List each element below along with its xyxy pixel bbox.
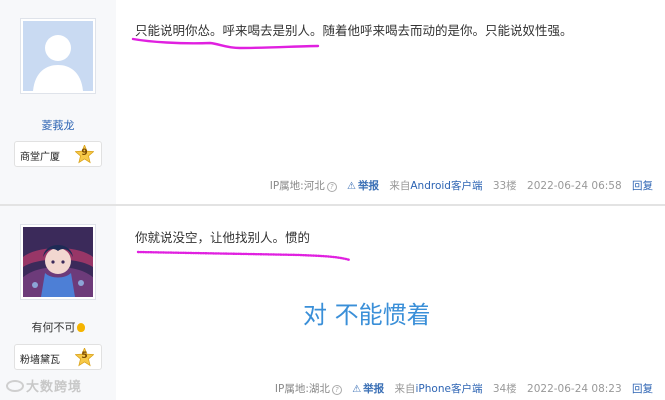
post-time: 2022-06-24 08:23 (527, 383, 622, 395)
ip-location: IP属地:湖北? (275, 383, 342, 395)
client-link[interactable]: iPhone客户端 (416, 383, 483, 395)
client-link[interactable]: Android客户端 (410, 180, 482, 192)
post-time: 2022-06-24 06:58 (527, 180, 622, 192)
client-source: 来自iPhone客户端 (394, 383, 483, 395)
default-avatar-icon (23, 21, 93, 91)
coin-icon (76, 323, 85, 332)
reply-button[interactable]: 回复 (632, 180, 653, 192)
post-meta: IP属地:湖北? ⚠ 举报 来自iPhone客户端 34楼 2022-06-24 … (268, 381, 653, 396)
author-panel: 有何不可 粉墙黛瓦 5 (0, 206, 116, 400)
warning-triangle-icon: ⚠ (347, 181, 357, 192)
warning-triangle-icon: ⚠ (352, 384, 362, 395)
annotation-underline (136, 250, 352, 262)
reply-button[interactable]: 回复 (632, 383, 653, 395)
user-level-badge[interactable]: 商堂广厦 9 (14, 141, 102, 167)
help-circle-icon[interactable]: ? (326, 182, 337, 192)
badge-level: 5 (81, 351, 88, 361)
username[interactable]: 菱莪龙 (0, 117, 116, 133)
avatar[interactable] (20, 224, 96, 300)
author-panel: 菱莪龙 商堂广厦 9 (0, 0, 116, 205)
help-circle-icon[interactable]: ? (331, 385, 342, 395)
overlay-caption: 对 不能惯着 (303, 301, 431, 329)
post-meta: IP属地:河北? ⚠ 举报 来自Android客户端 33楼 2022-06-24… (263, 178, 653, 193)
post-floor-34: 有何不可 粉墙黛瓦 5 你就说没空，让他找别人。惯的 对 不能惯着 IP属地:湖… (0, 206, 665, 400)
username[interactable]: 有何不可 (0, 319, 116, 335)
client-source: 来自Android客户端 (389, 180, 483, 192)
floor-number: 33楼 (492, 180, 517, 192)
watermark: 大数跨境 (6, 376, 82, 395)
report-button[interactable]: ⚠ 举报 (347, 180, 379, 192)
post-content: 你就说没空，让他找别人。惯的 (135, 230, 311, 245)
badge-level: 9 (81, 148, 88, 158)
avatar[interactable] (20, 18, 96, 94)
report-button[interactable]: ⚠ 举报 (352, 383, 384, 395)
ip-location: IP属地:河北? (270, 180, 337, 192)
level-star-icon: 5 (74, 346, 95, 367)
floor-number: 34楼 (492, 383, 517, 395)
level-star-icon: 9 (74, 143, 95, 164)
annotation-underline (131, 37, 320, 50)
user-level-badge[interactable]: 粉墙黛瓦 5 (14, 344, 102, 370)
anime-avatar-image (23, 227, 93, 297)
badge-title: 商堂广厦 (20, 152, 60, 163)
post-floor-33: 菱莪龙 商堂广厦 9 只能说明你怂。呼来喝去是别人。随着他呼来喝去而动的是你。只… (0, 0, 665, 205)
badge-title: 粉墙黛瓦 (20, 355, 60, 366)
watermark-logo-icon (6, 380, 24, 392)
